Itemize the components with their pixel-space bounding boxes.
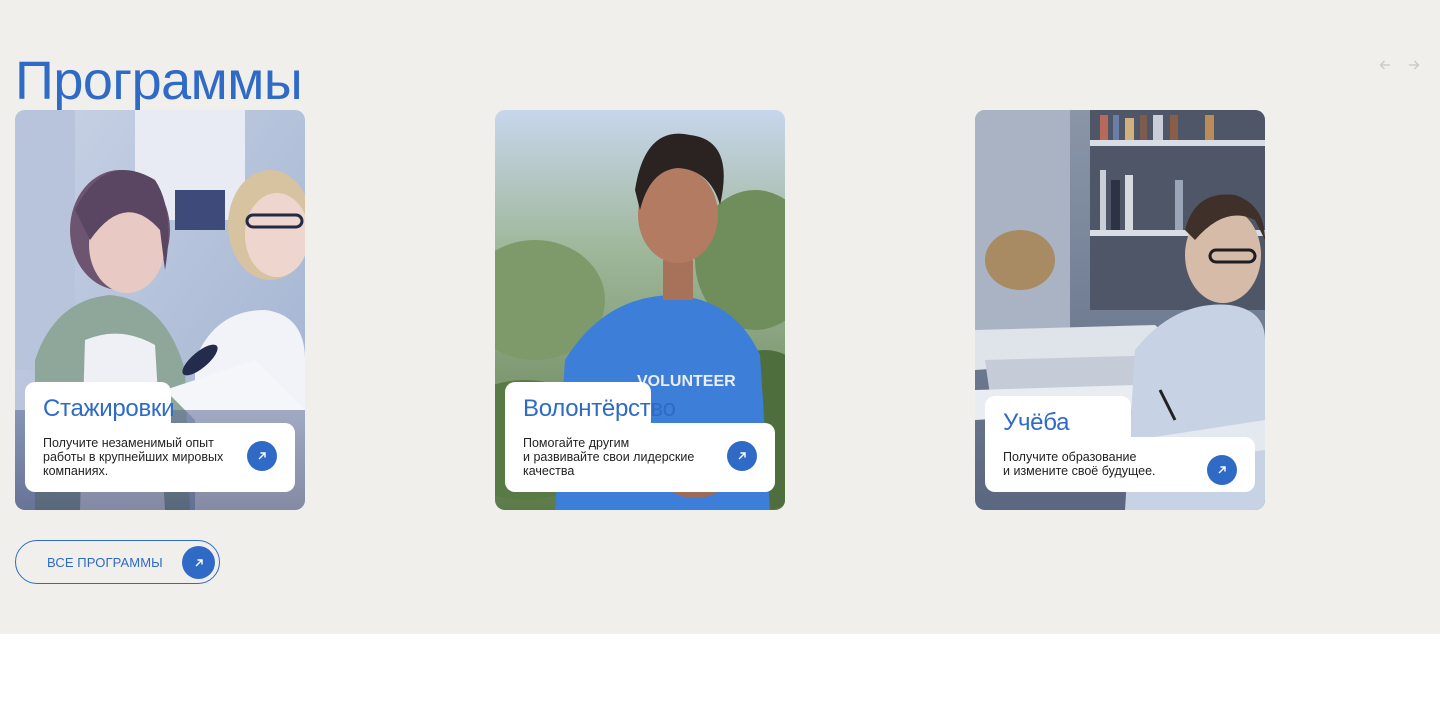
- card-title: Стажировки: [43, 395, 175, 422]
- arrow-up-right-icon: [738, 452, 746, 460]
- card-title: Учёба: [1003, 409, 1070, 436]
- card-description: Помогайте другим и развивайте свои лидер…: [523, 436, 695, 478]
- programs-section: Программы Стажировки Получите незаменимы…: [0, 0, 1440, 634]
- svg-text:VOLUNTEER: VOLUNTEER: [637, 373, 736, 390]
- all-programs-label: ВСЕ ПРОГРАММЫ: [47, 555, 163, 570]
- arrow-up-right-icon: [1218, 466, 1226, 474]
- program-card-studies[interactable]: Учёба Получите образование и измените св…: [975, 110, 1265, 510]
- program-card-volunteering[interactable]: VOLUNTEER Волонтёрство Помогайте другим …: [495, 110, 785, 510]
- all-programs-button[interactable]: ВСЕ ПРОГРАММЫ: [15, 540, 220, 584]
- card-description: Получите образование и измените своё буд…: [1003, 450, 1156, 478]
- arrow-up-right-icon: [182, 546, 215, 579]
- card-description: Получите незаменимый опыт работы в крупн…: [43, 436, 224, 478]
- card-title: Волонтёрство: [523, 395, 676, 422]
- page-title: Программы: [15, 51, 303, 111]
- card-open-button[interactable]: [1207, 455, 1237, 485]
- card-open-button[interactable]: [247, 441, 277, 471]
- arrow-left-icon: [1379, 60, 1390, 70]
- carousel-prev-button[interactable]: [1376, 56, 1394, 74]
- arrow-right-icon: [1409, 60, 1420, 70]
- program-card-internships[interactable]: Стажировки Получите незаменимый опыт раб…: [15, 110, 305, 510]
- arrow-up-right-icon: [258, 452, 266, 460]
- card-open-button[interactable]: [727, 441, 757, 471]
- carousel-next-button[interactable]: [1405, 56, 1423, 74]
